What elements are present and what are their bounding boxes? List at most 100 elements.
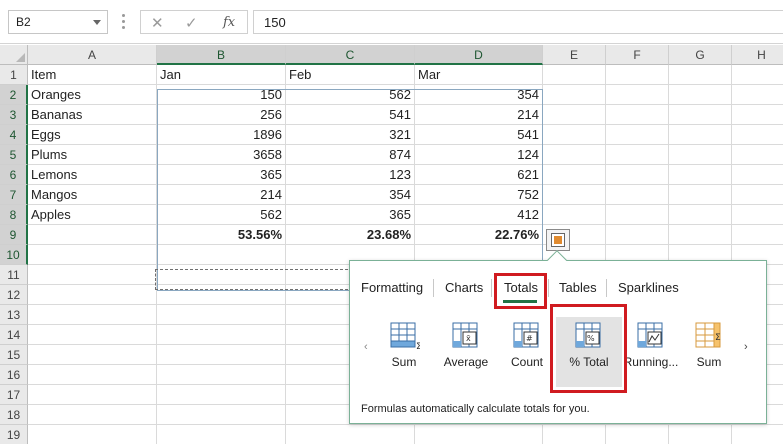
cell-a16[interactable] [28,365,157,385]
row-header[interactable]: 4 [0,125,28,145]
column-header[interactable]: A [28,45,157,65]
cell-g2[interactable] [669,85,732,105]
cell-a17[interactable] [28,385,157,405]
cell-g7[interactable] [669,185,732,205]
cell-h6[interactable] [732,165,783,185]
more-options-icon[interactable] [122,14,125,30]
cell-a8[interactable]: Apples [28,205,157,225]
formula-input[interactable]: 150 [253,10,783,34]
cell-g1[interactable] [669,65,732,85]
cell-g3[interactable] [669,105,732,125]
row-header[interactable]: 19 [0,425,28,444]
cell-h19[interactable] [732,425,783,444]
tab-tables[interactable]: Tables [559,279,597,299]
cell-b4[interactable]: 1896 [157,125,286,145]
row-header[interactable]: 17 [0,385,28,405]
cell-a6[interactable]: Lemons [28,165,157,185]
cell-c8[interactable]: 365 [286,205,415,225]
name-box[interactable]: B2 [8,10,108,34]
quick-analysis-button[interactable] [546,229,570,251]
row-header[interactable]: 6 [0,165,28,185]
cell-b13[interactable] [157,305,286,325]
enter-icon[interactable]: ✓ [185,14,198,32]
cell-a7[interactable]: Mangos [28,185,157,205]
cell-b7[interactable]: 214 [157,185,286,205]
cell-c6[interactable]: 123 [286,165,415,185]
sum-rows-button[interactable]: Σ Sum [371,317,437,387]
cell-d3[interactable]: 214 [415,105,543,125]
cell-d9[interactable]: 22.76% [415,225,543,245]
cell-e3[interactable] [543,105,606,125]
cell-b6[interactable]: 365 [157,165,286,185]
cell-h8[interactable] [732,205,783,225]
scroll-right-icon[interactable]: › [744,341,748,353]
cell-a5[interactable]: Plums [28,145,157,165]
row-header[interactable]: 10 [0,245,28,265]
row-header[interactable]: 15 [0,345,28,365]
cell-h7[interactable] [732,185,783,205]
cell-b10[interactable] [157,245,286,265]
row-header[interactable]: 14 [0,325,28,345]
cell-a13[interactable] [28,305,157,325]
cell-f4[interactable] [606,125,669,145]
cell-b12[interactable] [157,285,286,305]
cell-b3[interactable]: 256 [157,105,286,125]
cell-d2[interactable]: 354 [415,85,543,105]
cell-d7[interactable]: 752 [415,185,543,205]
cell-a9[interactable] [28,225,157,245]
cell-c1[interactable]: Feb [286,65,415,85]
column-header[interactable]: B [157,45,286,65]
cell-d8[interactable]: 412 [415,205,543,225]
cell-a3[interactable]: Bananas [28,105,157,125]
cell-f2[interactable] [606,85,669,105]
average-button[interactable]: x̄ Average [433,317,499,387]
tab-formatting[interactable]: Formatting [361,279,423,299]
cell-g5[interactable] [669,145,732,165]
cell-e6[interactable] [543,165,606,185]
cell-a4[interactable]: Eggs [28,125,157,145]
cell-b14[interactable] [157,325,286,345]
cell-c9[interactable]: 23.68% [286,225,415,245]
cell-h9[interactable] [732,225,783,245]
scroll-left-icon[interactable]: ‹ [364,341,368,353]
cell-d1[interactable]: Mar [415,65,543,85]
cell-c4[interactable]: 321 [286,125,415,145]
cell-e7[interactable] [543,185,606,205]
column-header[interactable]: D [415,45,543,65]
cell-b15[interactable] [157,345,286,365]
row-header[interactable]: 2 [0,85,28,105]
cell-c19[interactable] [286,425,415,444]
row-header[interactable]: 11 [0,265,28,285]
cell-h3[interactable] [732,105,783,125]
cell-d4[interactable]: 541 [415,125,543,145]
row-header[interactable]: 1 [0,65,28,85]
cell-f19[interactable] [606,425,669,444]
cell-c2[interactable]: 562 [286,85,415,105]
cell-g6[interactable] [669,165,732,185]
cell-b11[interactable] [157,265,286,285]
cell-a10[interactable] [28,245,157,265]
row-header[interactable]: 8 [0,205,28,225]
row-header[interactable]: 7 [0,185,28,205]
cell-g19[interactable] [669,425,732,444]
cell-d19[interactable] [415,425,543,444]
cell-e5[interactable] [543,145,606,165]
cell-b18[interactable] [157,405,286,425]
column-header[interactable]: H [732,45,783,65]
cell-f1[interactable] [606,65,669,85]
cell-d5[interactable]: 124 [415,145,543,165]
column-header[interactable]: C [286,45,415,65]
tab-sparklines[interactable]: Sparklines [618,279,679,299]
cell-e1[interactable] [543,65,606,85]
cell-a11[interactable] [28,265,157,285]
cell-e19[interactable] [543,425,606,444]
cell-b19[interactable] [157,425,286,444]
cell-b17[interactable] [157,385,286,405]
tab-charts[interactable]: Charts [445,279,483,299]
cell-a15[interactable] [28,345,157,365]
insert-function-icon[interactable]: fx [223,15,235,30]
cell-b2[interactable]: 150 [157,85,286,105]
tab-totals[interactable]: Totals [504,279,538,299]
cell-a2[interactable]: Oranges [28,85,157,105]
row-header[interactable]: 3 [0,105,28,125]
